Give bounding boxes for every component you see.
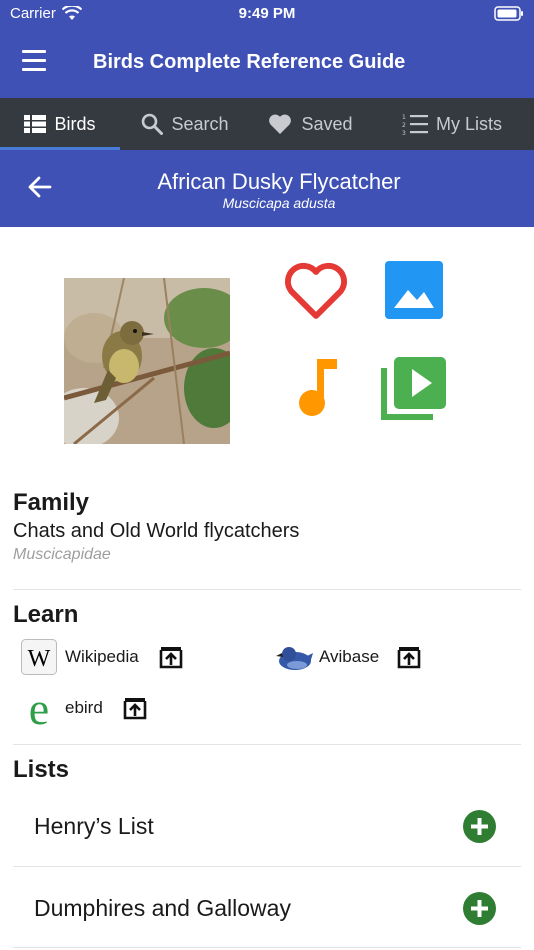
species-header: African Dusky Flycatcher Muscicapa adust… [0,150,534,227]
add-to-list-button[interactable] [463,809,496,843]
list-row[interactable]: Dumphires and Galloway [13,868,521,948]
numbered-list-icon: 1 2 3 [402,114,428,135]
list-name: Dumphires and Galloway [34,894,291,921]
image-icon [385,261,443,319]
tab-birds-label: Birds [54,113,96,134]
wikipedia-icon: W [21,639,57,675]
sound-button[interactable] [283,352,353,422]
family-scientific-name: Muscicapidae [13,546,111,563]
ebird-label: ebird [65,698,103,717]
video-button[interactable] [379,352,449,422]
family-common-name: Chats and Old World flycatchers [13,520,300,542]
images-button[interactable] [379,255,449,325]
divider [13,744,521,745]
add-to-list-button[interactable] [463,891,496,925]
avibase-label: Avibase [319,647,380,666]
plus-icon [471,817,488,835]
heart-outline-icon [284,262,348,319]
video-library-icon [381,357,446,420]
status-time: 9:49 PM [238,5,296,22]
divider [13,589,521,590]
svg-text:3: 3 [402,130,406,135]
app-title: Birds Complete Reference Guide [93,51,406,73]
svg-text:e: e [29,688,49,728]
open-external-icon[interactable] [123,696,147,720]
tab-saved-label: Saved [301,113,353,134]
species-common-name: African Dusky Flycatcher [157,169,401,194]
wikipedia-label: Wikipedia [65,647,139,666]
tab-bar: Birds Search Saved 1 2 3 My Lists [0,98,534,150]
ebird-icon: e [29,688,49,728]
app-bar: Birds Complete Reference Guide [0,28,534,98]
learn-link-avibase[interactable]: Avibase [275,639,421,675]
avibase-bird-icon [276,647,313,670]
learn-link-ebird[interactable]: e ebird [21,688,147,728]
list-icon [24,115,47,133]
tab-birds[interactable]: Birds [0,98,120,150]
divider [13,947,521,948]
open-external-icon[interactable] [397,645,421,669]
battery-icon [494,6,524,25]
tab-saved[interactable]: Saved [250,98,370,150]
svg-text:2: 2 [402,122,406,129]
tab-search[interactable]: Search [120,98,250,150]
status-bar: Carrier 9:49 PM [0,0,534,28]
learn-heading: Learn [13,601,79,628]
music-note-icon [299,359,337,416]
svg-text:1: 1 [402,114,406,121]
species-scientific-name: Muscicapa adusta [222,195,336,211]
bird-photo[interactable] [64,278,230,444]
tab-search-label: Search [171,113,229,134]
list-name: Henry’s List [34,812,154,839]
tab-my-lists[interactable]: 1 2 3 My Lists [370,98,534,150]
heart-icon [269,114,292,134]
plus-icon [471,899,488,917]
tab-my-lists-label: My Lists [435,113,502,134]
divider [13,866,521,867]
family-heading: Family [13,489,90,516]
hamburger-menu-icon[interactable] [22,50,50,76]
svg-text:W: W [28,646,51,672]
lists-heading: Lists [13,756,70,783]
list-row[interactable]: Henry’s List [13,786,521,866]
open-external-icon[interactable] [159,645,183,669]
favorite-button[interactable] [281,255,351,325]
learn-link-wikipedia[interactable]: W Wikipedia [21,639,183,675]
search-icon [142,113,164,135]
